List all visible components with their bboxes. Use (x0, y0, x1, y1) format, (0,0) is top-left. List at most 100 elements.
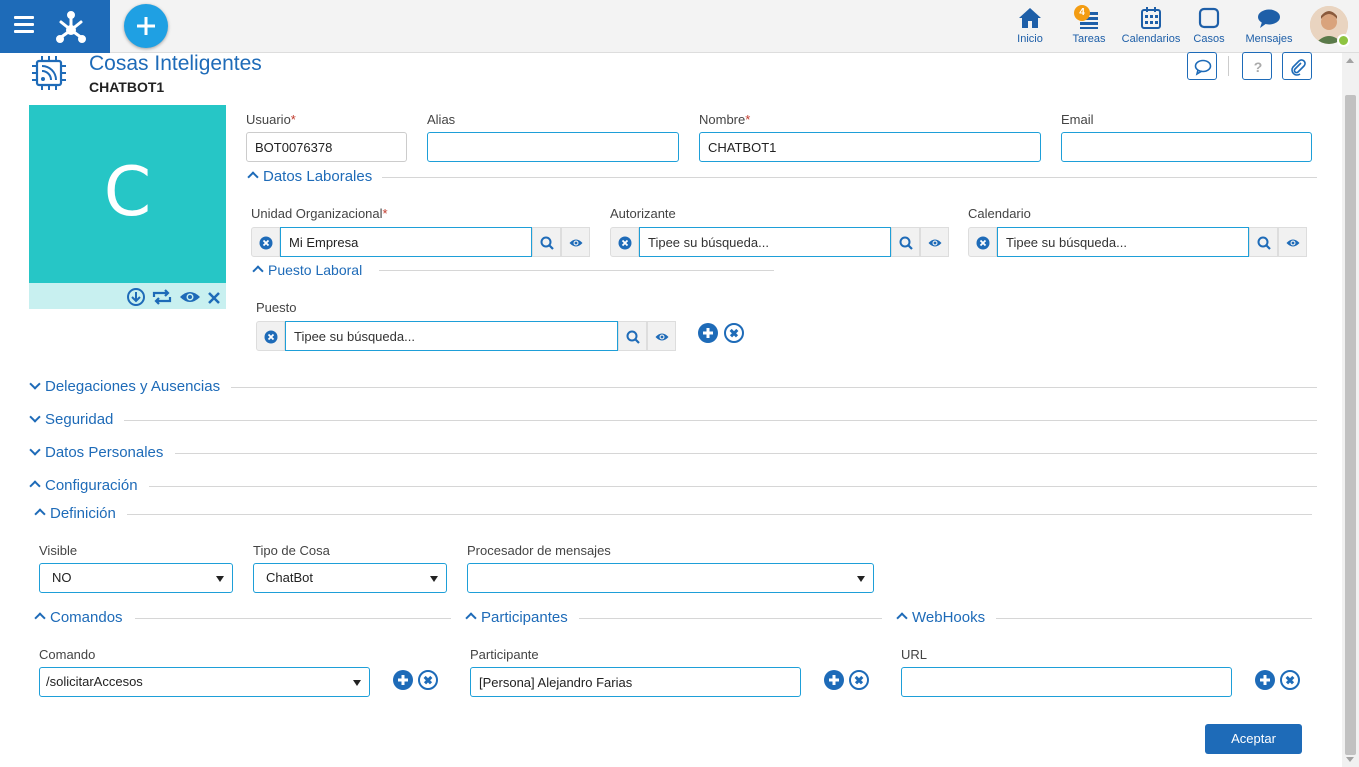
nav-calendarios[interactable]: Calendarios (1121, 6, 1181, 45)
messages-icon (1258, 9, 1280, 28)
url-label: URL (901, 647, 928, 662)
online-status-dot (1337, 34, 1350, 47)
puesto-input[interactable] (285, 321, 618, 351)
puesto-lookup (256, 321, 676, 351)
smart-thing-chip-icon (32, 56, 66, 90)
help-button[interactable]: ? (1242, 52, 1272, 80)
add-puesto-button[interactable] (698, 323, 718, 343)
clear-circle-icon (618, 236, 632, 250)
unidad-input[interactable] (280, 227, 532, 257)
section-webhooks[interactable]: WebHooks (896, 609, 985, 626)
usuario-label: Usuario* (246, 112, 296, 127)
chevron-down-icon (29, 411, 41, 423)
calendario-lookup (968, 227, 1307, 257)
section-definicion[interactable]: Definición (34, 505, 116, 522)
nav-mensajes[interactable]: Mensajes (1244, 6, 1294, 45)
add-comando-button[interactable] (393, 670, 413, 690)
svg-text:?: ? (1254, 59, 1263, 75)
page-subtitle: CHATBOT1 (89, 79, 165, 95)
eye-icon (928, 239, 942, 247)
section-datos-laborales[interactable]: Datos Laborales (247, 168, 372, 185)
visible-select[interactable]: NO (39, 563, 233, 593)
section-delegaciones[interactable]: Delegaciones y Ausencias (29, 378, 220, 395)
divider (127, 514, 1312, 515)
autorizante-input[interactable] (639, 227, 891, 257)
comments-button[interactable] (1187, 52, 1217, 80)
calendario-clear-button[interactable] (968, 227, 997, 257)
nav-tareas[interactable]: 4 Tareas (1070, 5, 1108, 45)
section-puesto-laboral[interactable]: Puesto Laboral (252, 262, 362, 278)
calendario-input[interactable] (997, 227, 1249, 257)
calendario-label: Calendario (968, 206, 1031, 221)
attachments-button[interactable] (1282, 52, 1312, 80)
scroll-up-icon[interactable] (1346, 58, 1354, 63)
unidad-clear-button[interactable] (251, 227, 280, 257)
autorizante-view-button[interactable] (920, 227, 949, 257)
unidad-view-button[interactable] (561, 227, 590, 257)
section-configuracion[interactable]: Configuración (29, 477, 138, 494)
procesador-select[interactable] (467, 563, 874, 593)
puesto-search-button[interactable] (618, 321, 647, 351)
help-icon: ? (1254, 59, 1263, 75)
scroll-down-icon[interactable] (1346, 757, 1354, 762)
nombre-field[interactable] (699, 132, 1041, 162)
autorizante-clear-button[interactable] (610, 227, 639, 257)
view-icon[interactable] (179, 288, 201, 306)
chevron-up-icon (252, 265, 264, 277)
create-new-button[interactable] (124, 4, 168, 48)
puesto-view-button[interactable] (647, 321, 676, 351)
webhook-url-field[interactable] (901, 667, 1232, 697)
section-seguridad[interactable]: Seguridad (29, 411, 113, 428)
autorizante-search-button[interactable] (891, 227, 920, 257)
remove-comando-button[interactable] (418, 670, 438, 690)
eye-icon (655, 333, 669, 341)
section-participantes[interactable]: Participantes (465, 609, 568, 626)
alias-field[interactable] (427, 132, 679, 162)
comando-select[interactable]: /solicitarAccesos (39, 667, 370, 697)
scroll-thumb[interactable] (1345, 95, 1356, 755)
calendario-view-button[interactable] (1278, 227, 1307, 257)
tipo-label: Tipo de Cosa (253, 543, 330, 558)
remove-photo-icon[interactable] (207, 288, 221, 306)
email-field[interactable] (1061, 132, 1312, 162)
tasks-badge: 4 (1074, 5, 1090, 21)
app-logo-icon[interactable] (52, 8, 90, 46)
add-participante-button[interactable] (824, 670, 844, 690)
unidad-search-button[interactable] (532, 227, 561, 257)
page-title: Cosas Inteligentes (89, 52, 262, 75)
accept-button[interactable]: Aceptar (1205, 724, 1302, 754)
section-comandos[interactable]: Comandos (34, 609, 123, 626)
calendario-search-button[interactable] (1249, 227, 1278, 257)
search-icon (540, 236, 554, 250)
clear-circle-icon (259, 236, 273, 250)
tipo-select[interactable]: ChatBot (253, 563, 447, 593)
nav-casos-label: Casos (1193, 33, 1225, 45)
visible-value: NO (52, 570, 72, 585)
puesto-clear-button[interactable] (256, 321, 285, 351)
usuario-field[interactable] (246, 132, 407, 162)
unidad-lookup (251, 227, 590, 257)
hamburger-menu-icon[interactable] (14, 16, 34, 36)
remove-puesto-button[interactable] (724, 323, 744, 343)
replace-icon[interactable] (151, 288, 173, 306)
nav-inicio[interactable]: Inicio (1014, 6, 1046, 45)
eye-icon (1286, 239, 1300, 247)
page-scrollbar[interactable] (1342, 53, 1359, 767)
download-icon[interactable] (127, 288, 145, 306)
divider (379, 270, 774, 271)
clear-circle-icon (264, 330, 278, 344)
thing-photo: C (29, 105, 226, 283)
search-icon (1257, 236, 1271, 250)
participante-field[interactable] (470, 667, 801, 697)
divider (996, 618, 1312, 619)
comment-icon (1194, 59, 1212, 76)
comando-label: Comando (39, 647, 96, 662)
remove-webhook-button[interactable] (1280, 670, 1300, 690)
add-webhook-button[interactable] (1255, 670, 1275, 690)
photo-letter: C (103, 153, 152, 232)
section-datos-personales[interactable]: Datos Personales (29, 444, 163, 461)
header-divider (1228, 56, 1229, 76)
chevron-down-icon (29, 378, 41, 390)
remove-participante-button[interactable] (849, 670, 869, 690)
nav-casos[interactable]: Casos (1192, 6, 1226, 45)
